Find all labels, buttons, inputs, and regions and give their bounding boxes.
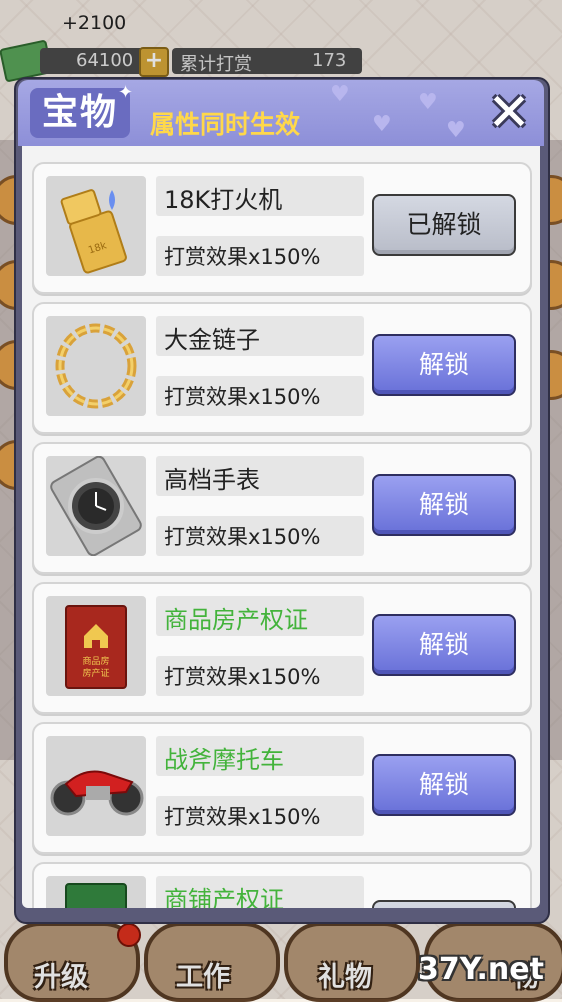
heart-icon: ♥ bbox=[418, 90, 438, 115]
gold-lighter-icon: 18k bbox=[46, 176, 146, 276]
item-effect: 打赏效果x150% bbox=[164, 665, 321, 689]
item-effect: 打赏效果x150% bbox=[164, 525, 321, 549]
modal-title: 宝物 bbox=[30, 88, 130, 138]
heart-icon: ♥ bbox=[446, 118, 466, 143]
svg-text:商品房: 商品房 bbox=[82, 655, 109, 667]
list-item: 18k 18K打火机 打赏效果x150% 已解锁 bbox=[32, 162, 532, 294]
list-item: 战斧摩托车 打赏效果x150% 解锁 bbox=[32, 722, 532, 854]
sparkle-icon: ✦ bbox=[118, 82, 134, 103]
watermark: 37Y.net bbox=[418, 952, 544, 987]
item-name: 商品房产权证 bbox=[164, 606, 308, 634]
unlock-button[interactable]: 解锁 bbox=[372, 754, 516, 816]
list-item: 大金链子 打赏效果x150% 解锁 bbox=[32, 302, 532, 434]
unlocked-button[interactable]: 已解锁 bbox=[372, 194, 516, 256]
list-item: 商铺产权证 bbox=[32, 862, 532, 908]
gold-chain-icon bbox=[46, 316, 146, 416]
shop-certificate-icon bbox=[46, 876, 146, 908]
item-name: 战斧摩托车 bbox=[164, 746, 284, 774]
item-effect: 打赏效果x150% bbox=[164, 385, 321, 409]
treasure-list[interactable]: 18k 18K打火机 打赏效果x150% 已解锁 大金链子 打赏效果x150% … bbox=[22, 146, 540, 908]
svg-text:房产证: 房产证 bbox=[82, 667, 109, 679]
item-name: 商铺产权证 bbox=[164, 886, 284, 908]
unlock-button[interactable]: 解锁 bbox=[372, 614, 516, 676]
item-effect: 打赏效果x150% bbox=[164, 245, 321, 269]
list-item: 商品房 房产证 商品房产权证 打赏效果x150% 解锁 bbox=[32, 582, 532, 714]
item-name: 大金链子 bbox=[164, 326, 260, 354]
wristwatch-icon bbox=[46, 455, 146, 557]
unlock-button[interactable]: 解锁 bbox=[372, 474, 516, 536]
property-certificate-icon: 商品房 房产证 bbox=[46, 596, 146, 696]
heart-icon: ♥ bbox=[372, 112, 392, 137]
heart-icon: ♥ bbox=[330, 82, 350, 107]
item-name: 高档手表 bbox=[164, 466, 260, 494]
item-effect: 打赏效果x150% bbox=[164, 805, 321, 829]
item-name: 18K打火机 bbox=[164, 186, 283, 214]
unlock-button[interactable] bbox=[372, 900, 516, 908]
close-button[interactable]: ✕ bbox=[484, 87, 534, 139]
modal-subtitle: 属性同时生效 bbox=[150, 110, 301, 139]
motorcycle-icon bbox=[46, 736, 146, 836]
unlock-button[interactable]: 解锁 bbox=[372, 334, 516, 396]
list-item: 高档手表 打赏效果x150% 解锁 bbox=[32, 442, 532, 574]
